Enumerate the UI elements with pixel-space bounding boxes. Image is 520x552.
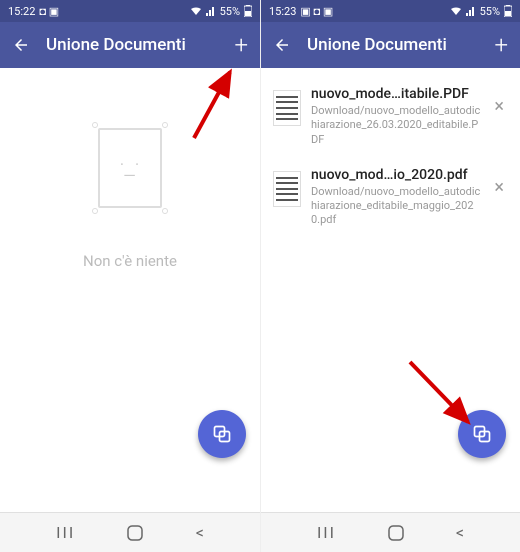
- file-name: nuovo_mod…io_2020.pdf: [311, 167, 480, 183]
- battery-text: 55%: [480, 5, 500, 18]
- merge-fab[interactable]: [458, 410, 506, 458]
- screen-left: 15:22 ◘ ▣ 55% Unione Documenti +: [0, 0, 260, 552]
- add-button[interactable]: +: [494, 31, 508, 59]
- back-button[interactable]: [12, 36, 30, 54]
- status-time: 15:22: [8, 5, 35, 18]
- empty-state: . .— Non c'è niente: [0, 128, 260, 270]
- remove-button[interactable]: ×: [490, 92, 508, 121]
- nav-home[interactable]: [388, 525, 404, 541]
- file-name: nuovo_mode…itabile.PDF: [311, 86, 480, 102]
- status-notif-icon: ◘ ▣: [39, 5, 59, 18]
- nav-recent[interactable]: III: [317, 523, 336, 542]
- battery-icon: [244, 5, 252, 17]
- file-list: nuovo_mode…itabile.PDF Download/nuovo_mo…: [261, 68, 520, 246]
- list-item[interactable]: nuovo_mode…itabile.PDF Download/nuovo_mo…: [261, 76, 520, 157]
- signal-icon: [466, 6, 476, 16]
- back-button[interactable]: [273, 36, 291, 54]
- nav-back[interactable]: <: [456, 523, 464, 542]
- status-bar: 15:22 ◘ ▣ 55%: [0, 0, 260, 22]
- status-time: 15:23: [269, 5, 296, 18]
- screen-right: 15:23 ▣ ◘ ▣ 55% Unione Documenti +: [260, 0, 520, 552]
- document-icon: [273, 171, 301, 207]
- status-bar: 15:23 ▣ ◘ ▣ 55%: [261, 0, 520, 22]
- content-area: nuovo_mode…itabile.PDF Download/nuovo_mo…: [261, 68, 520, 512]
- nav-bar: III <: [261, 512, 520, 552]
- remove-button[interactable]: ×: [490, 173, 508, 202]
- battery-icon: [504, 5, 512, 17]
- nav-home[interactable]: [127, 525, 143, 541]
- empty-illustration: . .—: [98, 128, 162, 208]
- battery-text: 55%: [220, 5, 240, 18]
- wifi-icon: [450, 6, 462, 16]
- app-title: Unione Documenti: [307, 35, 478, 55]
- add-button[interactable]: +: [234, 31, 248, 59]
- app-bar: Unione Documenti +: [0, 22, 260, 68]
- status-notif-icon: ▣ ◘ ▣: [300, 5, 333, 18]
- merge-fab[interactable]: [198, 410, 246, 458]
- document-icon: [273, 90, 301, 126]
- wifi-icon: [190, 6, 202, 16]
- content-area: . .— Non c'è niente: [0, 68, 260, 512]
- nav-recent[interactable]: III: [56, 523, 75, 542]
- list-item[interactable]: nuovo_mod…io_2020.pdf Download/nuovo_mod…: [261, 157, 520, 238]
- app-title: Unione Documenti: [46, 35, 218, 55]
- nav-back[interactable]: <: [196, 523, 204, 542]
- app-bar: Unione Documenti +: [261, 22, 520, 68]
- nav-bar: III <: [0, 512, 260, 552]
- signal-icon: [206, 6, 216, 16]
- file-path: Download/nuovo_modello_autodichiarazione…: [311, 104, 480, 147]
- file-path: Download/nuovo_modello_autodichiarazione…: [311, 185, 480, 228]
- empty-text: Non c'è niente: [83, 252, 177, 270]
